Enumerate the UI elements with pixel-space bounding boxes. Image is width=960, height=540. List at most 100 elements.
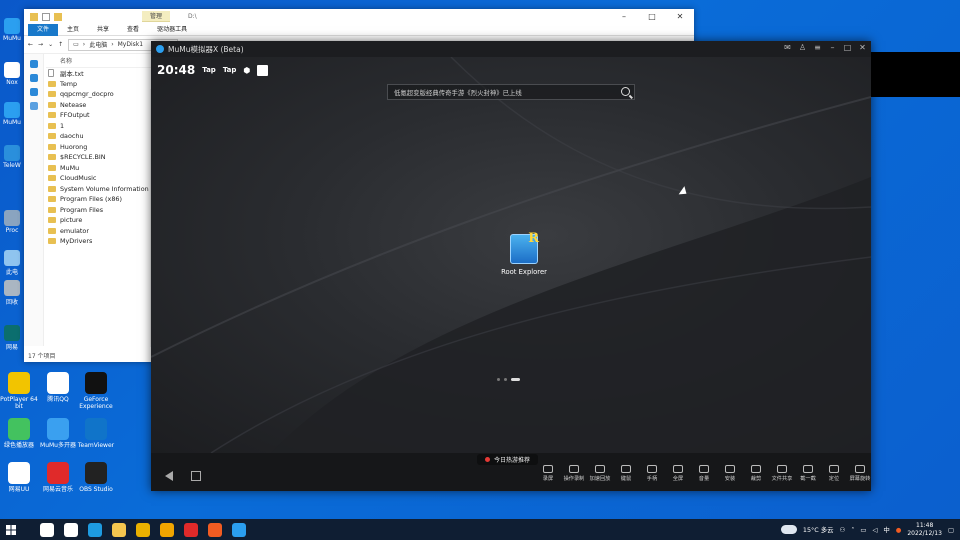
root-explorer-icon[interactable] <box>510 231 539 264</box>
manage-context-tab[interactable]: 管理 <box>142 11 171 22</box>
search-icon[interactable] <box>40 522 54 537</box>
app-icon[interactable] <box>4 62 20 78</box>
network-icon[interactable] <box>29 102 38 110</box>
explorer-icon[interactable] <box>112 522 126 537</box>
hot-games-pill[interactable]: 今日热游推荐 <box>477 454 539 465</box>
people-icon[interactable]: ⚇ <box>839 526 845 534</box>
emulator-tool-button[interactable]: 定位 <box>821 465 847 482</box>
desktop-icon[interactable]: 网易UU <box>0 462 38 493</box>
mail-icon[interactable]: ✉ <box>783 43 792 52</box>
desktop-icon[interactable]: MuMu多开器 <box>39 418 77 449</box>
emulator-tool-button[interactable]: 键鼠 <box>613 465 639 482</box>
check-icon[interactable] <box>42 12 50 21</box>
minimize-button[interactable]: – <box>610 9 638 24</box>
tab-drive-tools[interactable]: 驱动器工具 <box>148 24 196 36</box>
desktop-icon[interactable]: GeForce Experience <box>77 372 115 410</box>
tab-file[interactable]: 文件 <box>28 23 59 36</box>
notification-icon[interactable]: ▢ <box>948 526 954 534</box>
emulator-tool-button[interactable]: 录屏 <box>535 465 561 482</box>
file-list-item[interactable]: System Volume Information <box>46 184 158 195</box>
obs-icon[interactable] <box>85 462 107 484</box>
netease-icon[interactable] <box>184 522 198 537</box>
maximize-button[interactable]: □ <box>843 43 852 52</box>
desktop-edge-icon[interactable]: TeleW <box>2 145 22 169</box>
user-icon[interactable]: ♙ <box>798 43 807 52</box>
desktop-icon[interactable]: TeamViewer <box>77 418 115 449</box>
file-list-item[interactable]: CloudMusic <box>46 173 158 184</box>
file-list-item[interactable]: daochu <box>46 131 158 142</box>
taskbar-clock[interactable]: 11:48 2022/12/13 <box>907 522 942 538</box>
tab-share[interactable]: 共享 <box>88 24 118 36</box>
start-button[interactable] <box>0 524 22 535</box>
file-list-item[interactable]: FFOutput <box>46 110 158 121</box>
menu-icon[interactable]: ≡ <box>813 43 822 52</box>
emulator-tool-button[interactable]: 屏幕旋转 <box>847 465 873 482</box>
app-icon[interactable] <box>4 250 20 266</box>
mumu-multi-icon[interactable] <box>47 418 69 440</box>
emulator-tool-button[interactable]: 操作录制 <box>561 465 587 482</box>
home-icon[interactable] <box>191 471 201 481</box>
close-button[interactable]: ✕ <box>666 9 694 24</box>
breadcrumb-pc[interactable]: 此电脑 <box>89 40 107 49</box>
tab-view[interactable]: 查看 <box>118 24 148 36</box>
file-list-item[interactable]: 副本.txt <box>46 68 158 79</box>
cloud-icon[interactable] <box>29 74 38 82</box>
mumu-icon[interactable] <box>232 522 246 537</box>
star-icon[interactable] <box>29 60 38 68</box>
search-icon[interactable] <box>621 87 630 96</box>
file-list-item[interactable]: picture <box>46 215 158 226</box>
volume-icon[interactable]: ◁ <box>872 526 877 534</box>
desktop-icon[interactable]: 腾讯QQ <box>39 372 77 403</box>
desktop-edge-icon[interactable]: Nox <box>2 62 22 86</box>
player-icon[interactable] <box>8 418 30 440</box>
forward-arrow-icon[interactable]: → <box>38 41 43 48</box>
emulator-tool-button[interactable]: 加速回放 <box>587 465 613 482</box>
chevron-up-icon[interactable]: ˄ <box>851 526 854 534</box>
desktop-icon[interactable]: 网易云音乐 <box>39 462 77 493</box>
potplayer-icon[interactable] <box>8 372 30 394</box>
minimize-button[interactable]: – <box>828 43 837 52</box>
file-list-item[interactable]: Program Files <box>46 205 158 216</box>
chrome-icon[interactable] <box>136 522 150 537</box>
desktop-edge-icon[interactable]: 网易 <box>2 325 22 351</box>
store-icon[interactable] <box>160 522 174 537</box>
windows-logo-icon[interactable] <box>6 524 16 535</box>
file-list-item[interactable]: qqpcmgr_docpro <box>46 89 158 100</box>
root-explorer-app[interactable]: Root Explorer <box>489 231 559 276</box>
file-list-item[interactable]: 1 <box>46 121 158 132</box>
qq-icon[interactable] <box>47 372 69 394</box>
android-screen[interactable]: 20:48 Tap Tap ⬢ 低氪超变版经典传奇手游《烈火封神》已上线 Roo… <box>151 57 871 453</box>
file-list-item[interactable]: Huorong <box>46 142 158 153</box>
geforce-icon[interactable] <box>85 372 107 394</box>
maximize-button[interactable]: □ <box>638 9 666 24</box>
close-button[interactable]: ✕ <box>858 43 867 52</box>
emulator-tool-button[interactable]: 手柄 <box>639 465 665 482</box>
app-icon[interactable] <box>4 280 20 296</box>
weather-text[interactable]: 15°C 多云 <box>803 525 834 534</box>
up-arrow-icon[interactable]: ↑ <box>58 41 63 48</box>
desktop-edge-icon[interactable]: MuMu <box>2 102 22 126</box>
emulator-tool-button[interactable]: 文件共享 <box>769 465 795 482</box>
page-dot[interactable] <box>497 378 500 381</box>
emulator-tool-button[interactable]: 截一截 <box>795 465 821 482</box>
network-icon[interactable]: ▭ <box>860 526 866 534</box>
app-icon[interactable] <box>4 210 20 226</box>
app-icon[interactable] <box>4 145 20 161</box>
file-list-item[interactable]: Temp <box>46 79 158 90</box>
tab-home[interactable]: 主页 <box>58 24 88 36</box>
desktop-icon[interactable]: PotPlayer 64 bit <box>0 372 38 410</box>
app-icon[interactable] <box>4 325 20 341</box>
emulator-tool-button[interactable]: 音量 <box>691 465 717 482</box>
page-dot-active[interactable] <box>511 378 520 381</box>
folder-icon[interactable] <box>30 12 38 21</box>
breadcrumb-disk[interactable]: MyDisk1 <box>118 41 143 48</box>
uu-icon[interactable] <box>8 462 30 484</box>
taskview-icon[interactable] <box>64 522 78 537</box>
file-list-item[interactable]: Program Files (x86) <box>46 194 158 205</box>
teamviewer-icon[interactable] <box>85 418 107 440</box>
pc-icon[interactable] <box>29 88 38 96</box>
emulator-tool-button[interactable]: 全屏 <box>665 465 691 482</box>
cloud-icon[interactable] <box>780 525 797 534</box>
file-list-item[interactable]: MuMu <box>46 163 158 174</box>
app-icon[interactable] <box>4 18 20 34</box>
